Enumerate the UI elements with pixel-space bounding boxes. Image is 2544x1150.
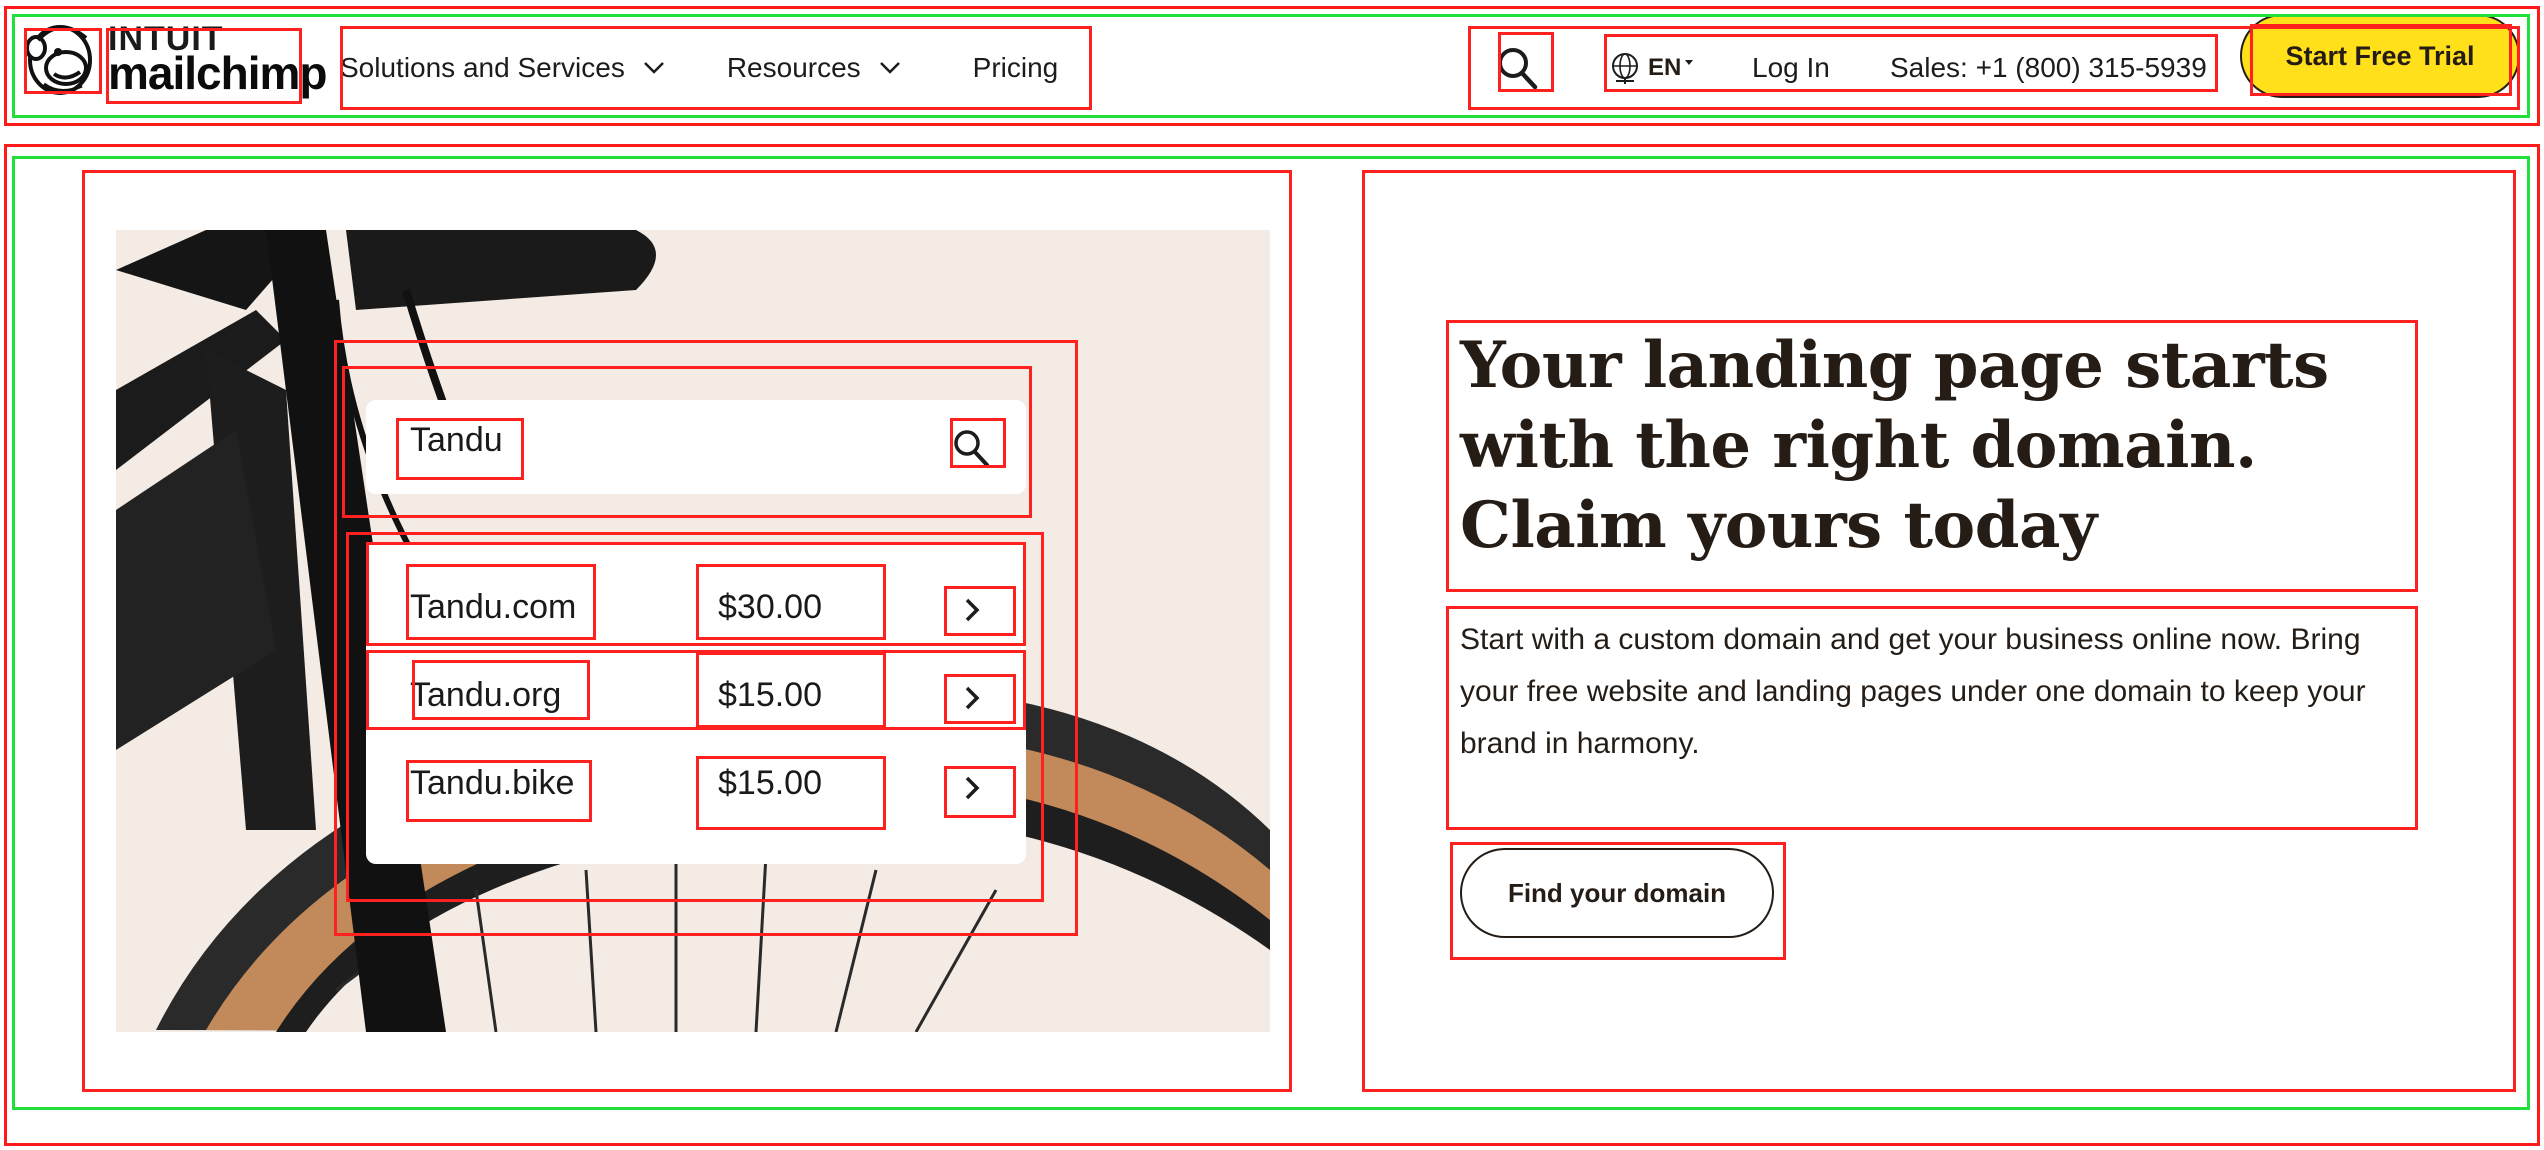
sales-phone-link[interactable]: Sales: +1 (800) 315-5939 [1890,26,2207,110]
mailchimp-logo[interactable]: INTUIT mailchimp [20,20,328,106]
sales-label: Sales: +1 (800) 315-5939 [1890,52,2207,83]
nav-solutions-and-services[interactable]: Solutions and Services [340,52,665,84]
login-label: Log In [1752,52,1830,83]
header-search-button[interactable] [1496,26,1538,110]
globe-icon [1612,53,1638,84]
language-label: EN [1648,54,1682,81]
chevron-down-icon [879,62,900,74]
start-free-trial-button[interactable]: Start Free Trial [2240,14,2520,98]
domain-price: $15.00 [718,764,822,802]
freddie-monkey-icon [25,25,92,95]
caret-down-icon [1685,60,1694,65]
domain-name: Tandu.bike [410,764,575,802]
chevron-right-icon [965,598,980,622]
chevron-down-icon [643,62,664,74]
trial-label: Start Free Trial [2285,40,2475,71]
nav-pricing[interactable]: Pricing [973,52,1059,84]
chevron-right-icon [965,686,980,710]
domain-result-row: Tandu.com $30.00 [366,556,1026,648]
main-nav: Solutions and Services Resources Pricing [340,26,1058,110]
nav-resources[interactable]: Resources [727,52,901,84]
hero-body-copy: Start with a custom domain and get your … [1460,623,2366,760]
domain-name: Tandu.com [410,588,577,626]
domain-price: $15.00 [718,676,822,714]
language-selector[interactable]: EN [1610,26,1694,110]
hero-headline: Your landing page starts with the right … [1460,328,2329,563]
login-link[interactable]: Log In [1752,26,1830,110]
nav-pricing-label: Pricing [972,52,1059,83]
nav-solutions-label: Solutions and Services [340,52,625,83]
domain-result-row: Tandu.bike $15.00 [366,740,1026,832]
search-icon [954,430,989,467]
nav-resources-label: Resources [726,52,861,83]
search-icon [1498,48,1538,90]
domain-price: $30.00 [718,588,822,626]
cta-label: Find your domain [1507,877,1727,908]
domain-search-value: Tandu [410,421,503,459]
find-your-domain-button[interactable]: Find your domain [1460,848,1774,938]
domain-name: Tandu.org [410,676,562,714]
mailchimp-wordmark: mailchimp [108,47,328,99]
chevron-right-icon [965,776,980,800]
site-header: INTUIT mailchimp Solutions and Services … [0,0,2544,128]
domain-result-row: Tandu.org $15.00 [366,652,1026,744]
